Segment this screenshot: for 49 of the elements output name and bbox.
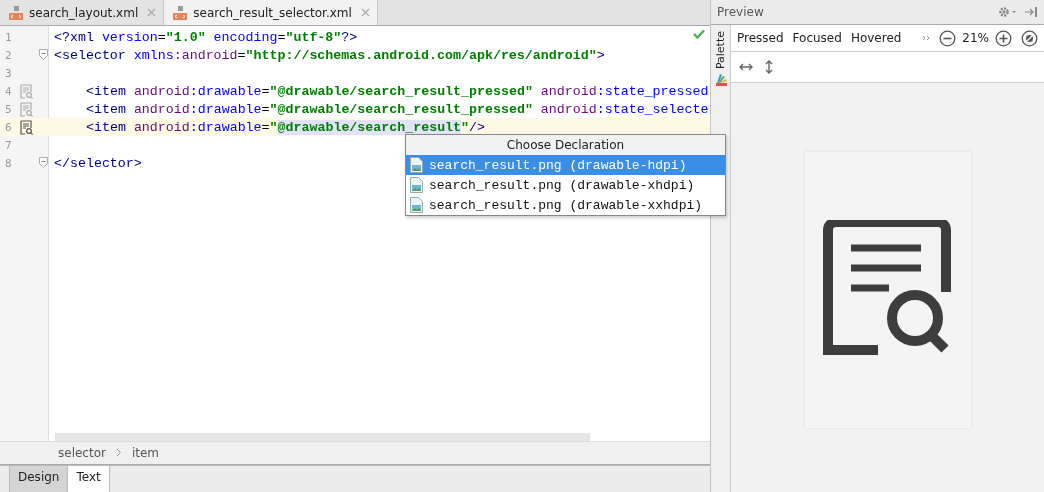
panel-title: Preview (717, 5, 764, 19)
fold-icon[interactable] (39, 49, 48, 60)
breadcrumb[interactable]: selector (58, 446, 106, 460)
settings-icon[interactable] (998, 6, 1018, 18)
line-number: 1 (5, 30, 13, 44)
bottom-tab[interactable]: Design (9, 466, 69, 492)
state-button[interactable]: Pressed (737, 31, 784, 45)
breadcrumb[interactable]: item (131, 446, 160, 460)
more-icon[interactable] (922, 35, 931, 41)
code-line: <selector xmlns:android="http://schemas.android.com/apk/res/android"> (53, 47, 605, 63)
code-line: <item android:drawable="@drawable/search_result_pressed" android:state_pressed (85, 83, 709, 99)
palette-icon (714, 73, 727, 87)
line-number: 7 (5, 138, 13, 152)
image-file-icon (410, 157, 423, 173)
palette-tab[interactable]: Palette (714, 31, 727, 70)
code-line: <item android:drawable="@drawable/search_result"/> (85, 119, 486, 135)
popup-title: Choose Declaration (406, 135, 725, 155)
hide-panel-icon[interactable] (1024, 6, 1038, 18)
declaration-item[interactable]: search_result.png (drawable-xhdpi) (406, 175, 725, 195)
line-number: 3 (5, 66, 13, 80)
zoom-in-icon[interactable] (995, 29, 1012, 47)
bottom-tab[interactable]: Text (68, 466, 110, 492)
zoom-out-icon[interactable] (939, 29, 957, 47)
declaration-item[interactable]: search_result.png (drawable-xxhdpi) (406, 195, 725, 215)
document-search-icon[interactable] (20, 119, 34, 135)
editor-tab[interactable]: search_result_selector.xml (164, 0, 378, 25)
zoom-fit-icon[interactable] (1021, 29, 1038, 47)
horizontal-arrow-icon[interactable] (739, 63, 753, 71)
line-number: 4 (5, 84, 13, 98)
zoom-level: 21% (962, 31, 989, 45)
close-icon[interactable] (147, 8, 157, 17)
image-file-icon (410, 177, 423, 193)
line-number: 5 (5, 102, 13, 116)
image-file-icon (410, 197, 423, 213)
code-line: <?xml version="1.0" encoding="utf-8"?> (53, 29, 358, 45)
scrollbar[interactable] (55, 433, 590, 441)
vertical-arrow-icon[interactable] (765, 60, 773, 74)
close-icon[interactable] (360, 8, 370, 17)
line-number: 8 (5, 156, 13, 170)
state-button[interactable]: Hovered (850, 31, 902, 45)
state-button[interactable]: Focused (792, 31, 842, 45)
xml-file-icon (8, 4, 24, 21)
xml-file-icon (172, 4, 189, 21)
code-line: </selector> (53, 155, 142, 171)
fold-icon[interactable] (39, 157, 48, 168)
line-number: 2 (5, 48, 13, 62)
check-icon (693, 29, 705, 39)
code-line: <item android:drawable="@drawable/search_result_pressed" android:state_selecte (85, 101, 709, 117)
line-number: 6 (5, 120, 13, 134)
